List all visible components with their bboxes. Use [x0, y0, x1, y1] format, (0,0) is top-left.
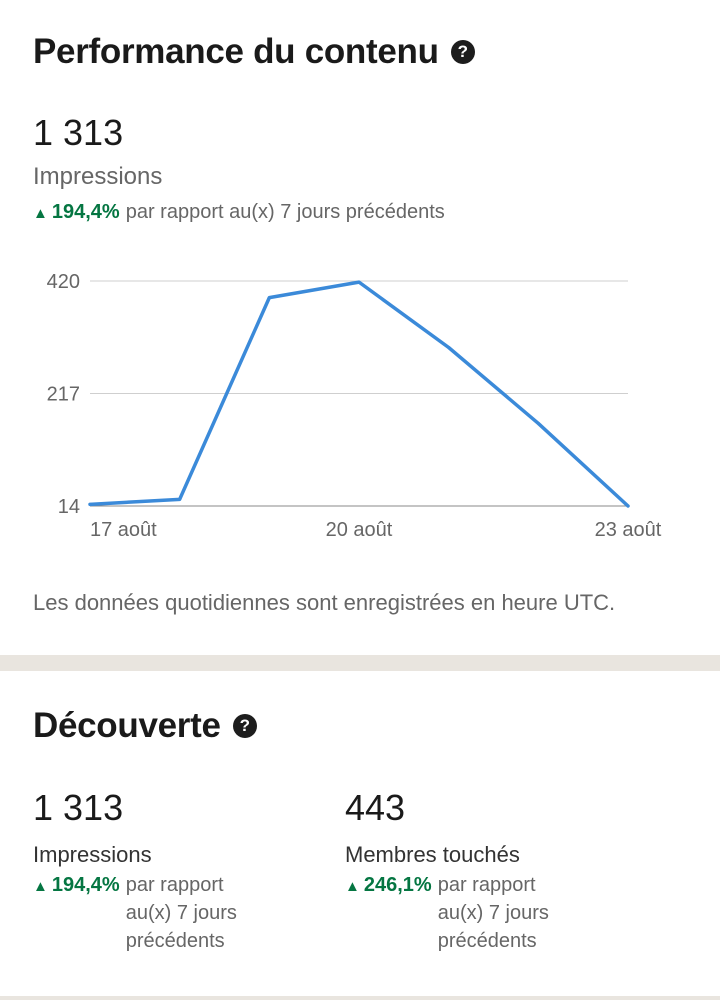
data-point: [357, 280, 361, 284]
metric-change: ▲ 194,4% par rapport au(x) 7 jours précé…: [33, 874, 271, 955]
utc-footnote: Les données quotidiennes sont enregistré…: [33, 590, 616, 615]
y-tick-label: 217: [47, 384, 80, 406]
data-point: [88, 502, 92, 506]
metric-label: Impressions: [33, 842, 152, 867]
up-arrow-icon: ▲: [345, 878, 360, 895]
y-tick-label: 420: [47, 271, 80, 293]
chart-svg: 420 217 14 17 août 20 août 23 août: [47, 271, 662, 541]
series-line: [88, 280, 630, 508]
x-tick-label: 23 août: [595, 519, 662, 541]
data-point: [178, 497, 182, 501]
discovery-title: Découverte: [33, 706, 221, 745]
section-separator: [0, 655, 720, 671]
change-percent: 246,1%: [363, 874, 432, 896]
change-description: par rapport au(x) 7 jours précédents: [125, 201, 445, 223]
metric-value: 1 313: [33, 787, 124, 828]
data-point: [536, 421, 540, 425]
metric-value: 443: [345, 787, 406, 828]
data-point: [267, 296, 271, 300]
bottom-separator: [0, 996, 720, 1000]
impressions-change: ▲ 194,4% par rapport au(x) 7 jours précé…: [33, 201, 445, 224]
change-percent: 194,4%: [51, 874, 120, 896]
question-circle-icon[interactable]: ?: [450, 40, 475, 64]
impressions-label: Impressions: [33, 163, 163, 190]
data-point: [626, 504, 630, 508]
impressions-count: 1 313: [33, 112, 124, 153]
discovery-card: Découverte ? 1 313 Impressions ▲ 194,4% …: [0, 671, 720, 996]
x-tick-label: 17 août: [90, 519, 157, 541]
change-description: par rapport au(x) 7 jours précédents: [125, 874, 237, 952]
content-performance-card: Performance du contenu ? 1 313 Impressio…: [0, 0, 720, 655]
content-performance-title: Performance du contenu: [33, 32, 439, 71]
change-description: par rapport au(x) 7 jours précédents: [437, 874, 549, 952]
change-percent: 194,4%: [51, 201, 120, 223]
question-circle-icon[interactable]: ?: [232, 714, 257, 738]
content-performance-title-row: Performance du contenu ?: [33, 32, 475, 72]
x-tick-label: 20 août: [326, 519, 393, 541]
up-arrow-icon: ▲: [33, 205, 48, 222]
metric-change: ▲ 246,1% par rapport au(x) 7 jours précé…: [345, 874, 583, 955]
up-arrow-icon: ▲: [33, 878, 48, 895]
data-point: [447, 346, 451, 350]
y-tick-label: 14: [58, 496, 80, 518]
impressions-line-chart: 420 217 14 17 août 20 août 23 août: [0, 250, 720, 550]
discovery-title-row: Découverte ?: [33, 706, 257, 746]
metric-label: Membres touchés: [345, 842, 520, 867]
